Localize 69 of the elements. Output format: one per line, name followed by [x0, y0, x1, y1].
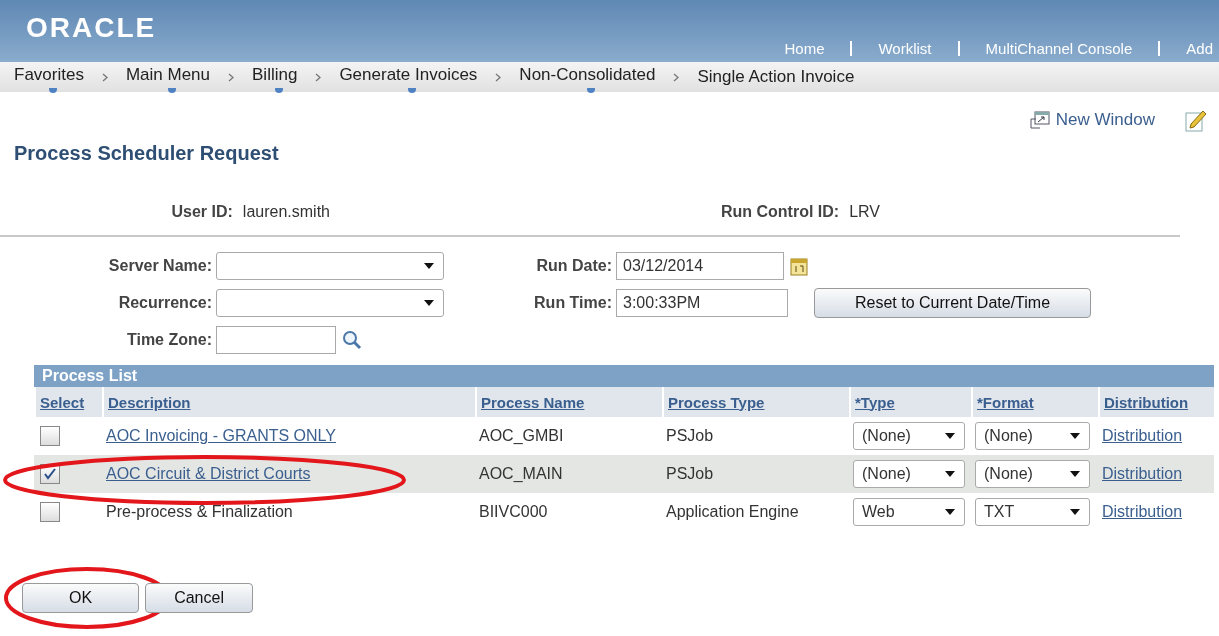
distribution-link[interactable]: Distribution — [1102, 427, 1183, 445]
time-zone-field[interactable] — [216, 326, 336, 354]
type-select[interactable]: (None) — [853, 422, 965, 450]
separator — [957, 41, 960, 56]
process-type: PSJob — [666, 465, 714, 483]
process-list-header: Process List — [34, 365, 1214, 387]
caret-icon — [944, 508, 956, 516]
search-icon[interactable] — [342, 330, 362, 350]
column-header[interactable]: Process Type — [662, 387, 849, 417]
recurrence-label: Recurrence: — [117, 294, 212, 312]
edit-icon[interactable] — [1185, 108, 1207, 132]
window-icon — [1029, 111, 1050, 129]
caret-icon — [423, 299, 435, 307]
column-header[interactable]: Distribution — [1098, 387, 1214, 417]
run-control-id-label: Run Control ID: — [720, 203, 840, 221]
caret-icon — [1069, 470, 1081, 478]
description-link[interactable]: AOC Circuit & District Courts — [106, 465, 311, 483]
logo: ORACLE — [26, 12, 157, 44]
select-checkbox[interactable] — [40, 502, 60, 522]
distribution-link[interactable]: Distribution — [1102, 465, 1183, 483]
format-select[interactable]: (None) — [975, 460, 1090, 488]
run-control-id-value: LRV — [849, 203, 880, 221]
column-header[interactable]: *Format — [971, 387, 1098, 417]
separator — [850, 41, 853, 56]
dialog-button[interactable]: Cancel — [145, 583, 253, 613]
column-header[interactable]: *Type — [849, 387, 971, 417]
chevron-icon — [673, 72, 680, 82]
recurrence-select[interactable] — [216, 289, 444, 317]
process-name: BIIVC000 — [479, 503, 548, 521]
type-select[interactable]: (None) — [853, 460, 965, 488]
process-type: Application Engine — [666, 503, 799, 521]
chevron-icon — [228, 72, 235, 82]
format-select[interactable]: (None) — [975, 422, 1090, 450]
chevron-icon — [495, 72, 502, 82]
caret-icon — [944, 432, 956, 440]
chevron-icon — [101, 72, 108, 82]
caret-icon — [423, 262, 435, 270]
separator — [1158, 41, 1161, 56]
column-header[interactable]: Select — [34, 387, 102, 417]
type-select[interactable]: Web — [853, 498, 965, 526]
new-window-link[interactable]: New Window — [1029, 110, 1155, 130]
select-checkbox[interactable] — [40, 426, 60, 446]
caret-icon — [1069, 508, 1081, 516]
chevron-icon — [315, 72, 322, 82]
run-time-label: Run Time: — [533, 294, 612, 312]
user-id-label: User ID: — [171, 203, 233, 221]
process-name: AOC_GMBI — [479, 427, 564, 445]
breadcrumb-item[interactable]: Single Action Invoice — [693, 67, 859, 87]
description-link[interactable]: AOC Invoicing - GRANTS ONLY — [106, 427, 336, 445]
page-title: Process Scheduler Request — [14, 142, 280, 165]
process-type: PSJob — [666, 427, 714, 445]
dialog-button[interactable]: OK — [22, 583, 140, 613]
calendar-icon[interactable] — [790, 256, 808, 276]
column-header[interactable]: Process Name — [475, 387, 662, 417]
run-date-label: Run Date: — [535, 257, 612, 275]
process-name: AOC_MAIN — [479, 465, 563, 483]
description-text: Pre-process & Finalization — [106, 503, 293, 521]
format-select[interactable]: TXT — [975, 498, 1090, 526]
run-time-field[interactable]: 3:00:33PM — [616, 289, 788, 317]
distribution-link[interactable]: Distribution — [1102, 503, 1183, 521]
caret-icon — [1069, 432, 1081, 440]
user-id-value: lauren.smith — [242, 203, 330, 221]
server-name-select[interactable] — [216, 252, 444, 280]
server-name-label: Server Name: — [107, 257, 212, 275]
reset-date-time-button[interactable]: Reset to Current Date/Time — [814, 288, 1092, 318]
caret-icon — [944, 470, 956, 478]
run-date-field[interactable]: 03/12/2014 — [616, 252, 784, 280]
column-header[interactable]: Description — [102, 387, 475, 417]
time-zone-label: Time Zone: — [125, 331, 212, 349]
